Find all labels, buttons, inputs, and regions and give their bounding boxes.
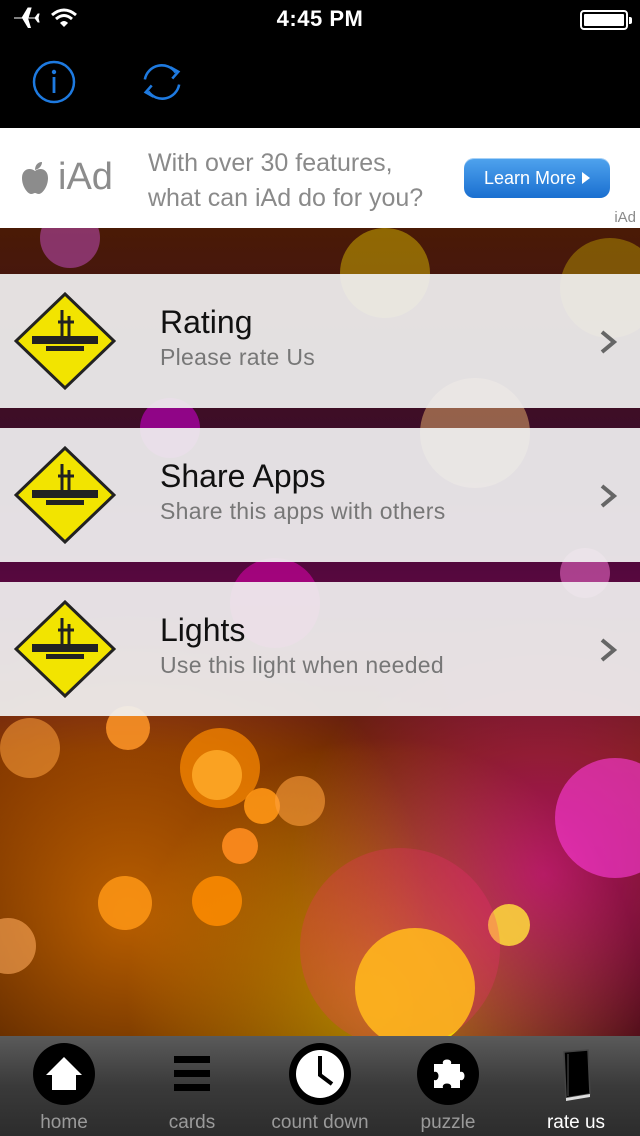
puzzle-icon [417, 1043, 479, 1105]
ramadhan-zone-logo-icon [14, 446, 116, 544]
menu-item-subtitle: Please rate Us [160, 344, 316, 370]
learn-more-label: Learn More [483, 167, 577, 188]
home-icon [33, 1043, 95, 1105]
ad-line-1: With over 30 features, [148, 149, 393, 177]
tab-label: home [40, 1112, 88, 1133]
info-icon [32, 60, 76, 104]
menu-item-subtitle: Share this apps with others [160, 498, 446, 524]
tab-label: rate us [546, 1112, 606, 1133]
refresh-button[interactable] [138, 58, 186, 106]
tab-label: count down [271, 1112, 369, 1133]
menu-item-rating[interactable]: Rating Please rate Us [0, 274, 640, 408]
tab-rate-us[interactable]: rate us [512, 1036, 640, 1136]
iad-logo-text: iAd [58, 156, 113, 198]
ad-line-2: what can iAd do for you? [148, 184, 424, 212]
menu-item-title: Rating [160, 304, 253, 340]
tab-home[interactable]: home [0, 1036, 128, 1136]
play-arrow-icon [582, 172, 591, 184]
learn-more-button[interactable]: Learn More [464, 158, 610, 198]
refresh-icon [143, 64, 181, 100]
chevron-right-icon [600, 330, 618, 354]
iad-logo: iAd [20, 156, 113, 199]
tab-label: cards [168, 1112, 216, 1133]
ramadhan-zone-logo-icon [14, 600, 116, 698]
ad-banner[interactable]: iAd With over 30 features, what can iAd … [0, 128, 640, 228]
menu-item-title: Lights [160, 612, 246, 648]
book-icon [563, 1049, 591, 1101]
menu-item-lights[interactable]: Lights Use this light when needed [0, 582, 640, 716]
tab-cards[interactable]: cards [128, 1036, 256, 1136]
battery-icon [580, 10, 632, 30]
menu-item-share-apps[interactable]: Share Apps Share this apps with others [0, 428, 640, 562]
nav-bar [0, 40, 640, 128]
chevron-right-icon [600, 638, 618, 662]
tab-puzzle[interactable]: puzzle [384, 1036, 512, 1136]
ad-text: With over 30 features, what can iAd do f… [148, 146, 423, 216]
tab-label: puzzle [420, 1112, 476, 1133]
chevron-right-icon [600, 484, 618, 508]
cards-icon [174, 1056, 210, 1091]
status-time: 4:45 PM [276, 6, 364, 31]
menu-item-title: Share Apps [160, 458, 326, 494]
status-bar: 4:45 PM [0, 0, 640, 40]
tab-count-down[interactable]: count down [256, 1036, 384, 1136]
iad-mark: iAd [614, 209, 636, 226]
ramadhan-zone-logo-icon [14, 292, 116, 390]
tab-bar: home cards count down puzzle rate us [0, 1036, 640, 1136]
clock-icon [289, 1043, 351, 1105]
info-button[interactable] [30, 58, 78, 106]
menu-item-subtitle: Use this light when needed [160, 652, 444, 678]
apple-icon [22, 161, 48, 194]
